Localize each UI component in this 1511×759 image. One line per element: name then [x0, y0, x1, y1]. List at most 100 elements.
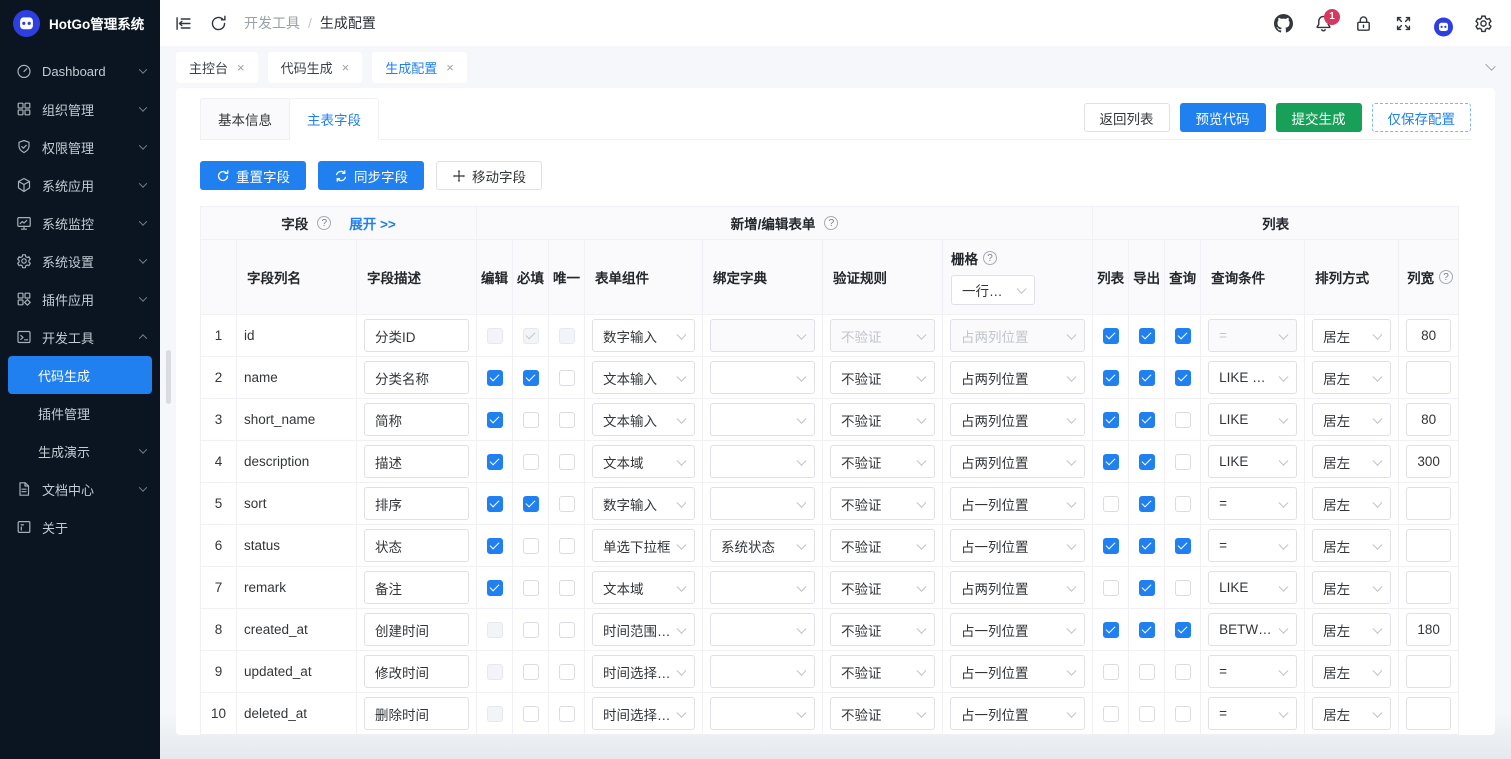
unique-checkbox[interactable] — [558, 579, 575, 596]
grid-select[interactable]: 占一列位置 — [950, 655, 1086, 688]
col-width-input[interactable] — [1406, 529, 1452, 562]
validate-select[interactable]: 不验证 — [830, 613, 936, 646]
align-select[interactable]: 居左 — [1312, 319, 1392, 352]
required-checkbox[interactable] — [522, 537, 539, 554]
unique-checkbox[interactable] — [558, 495, 575, 512]
grid-select[interactable]: 占两列位置 — [950, 445, 1086, 478]
sidebar-subitem[interactable]: 插件管理 — [0, 394, 160, 432]
condition-select[interactable]: = — [1208, 655, 1298, 688]
query-checkbox[interactable] — [1174, 579, 1191, 596]
bell-icon[interactable]: 1 — [1314, 8, 1340, 33]
validate-select[interactable]: 不验证 — [830, 655, 936, 688]
grid-select[interactable]: 占一列位置 — [950, 613, 1086, 646]
button[interactable]: 提交生成 — [1275, 103, 1362, 132]
field-desc-input[interactable] — [364, 487, 470, 520]
condition-select[interactable]: = — [1208, 529, 1298, 562]
query-checkbox[interactable] — [1174, 495, 1191, 512]
condition-select[interactable]: = — [1208, 487, 1298, 520]
field-desc-input[interactable] — [364, 655, 470, 688]
unique-checkbox[interactable] — [558, 411, 575, 428]
align-select[interactable]: 居左 — [1312, 697, 1392, 730]
sync-button[interactable]: 同步字段 — [318, 161, 424, 190]
query-checkbox[interactable] — [1174, 537, 1191, 554]
query-checkbox[interactable] — [1174, 453, 1191, 470]
align-select[interactable]: 居左 — [1312, 403, 1392, 436]
required-checkbox[interactable] — [522, 621, 539, 638]
col-width-input[interactable] — [1406, 319, 1452, 352]
collapse-sidebar-icon[interactable] — [174, 14, 193, 33]
field-desc-input[interactable] — [364, 529, 470, 562]
list-checkbox[interactable] — [1102, 453, 1119, 470]
query-checkbox[interactable] — [1174, 663, 1191, 680]
dict-select[interactable]: 系统状态 — [710, 529, 816, 562]
list-checkbox[interactable] — [1102, 663, 1119, 680]
edit-checkbox[interactable] — [486, 411, 503, 428]
col-width-input[interactable] — [1406, 361, 1452, 394]
field-desc-input[interactable] — [364, 697, 470, 730]
align-select[interactable]: 居左 — [1312, 529, 1392, 562]
github-icon[interactable] — [1274, 13, 1293, 33]
sidebar-item-org[interactable]: 组织管理 — [0, 90, 160, 128]
align-select[interactable]: 居左 — [1312, 613, 1392, 646]
validate-select[interactable]: 不验证 — [830, 445, 936, 478]
condition-select[interactable]: LIKE — [1208, 571, 1298, 604]
unique-checkbox[interactable] — [558, 537, 575, 554]
gear-icon[interactable] — [1474, 14, 1493, 33]
unique-checkbox[interactable] — [558, 369, 575, 386]
query-checkbox[interactable] — [1174, 327, 1191, 344]
condition-select[interactable]: LIKE — [1208, 445, 1298, 478]
dict-select[interactable] — [710, 613, 816, 646]
component-select[interactable]: 文本域 — [592, 445, 696, 478]
dict-select[interactable] — [710, 445, 816, 478]
list-checkbox[interactable] — [1102, 537, 1119, 554]
validate-select[interactable]: 不验证 — [830, 487, 936, 520]
component-select[interactable]: 文本域 — [592, 571, 696, 604]
col-width-input[interactable] — [1406, 445, 1452, 478]
list-checkbox[interactable] — [1102, 621, 1119, 638]
nav-tab[interactable]: 主控台 × — [176, 51, 258, 83]
component-select[interactable]: 文本输入 — [592, 361, 696, 394]
export-checkbox[interactable] — [1138, 705, 1155, 722]
nav-tab[interactable]: 生成配置 × — [372, 51, 467, 83]
condition-select[interactable]: BETWEEN — [1208, 613, 1298, 646]
close-icon[interactable]: × — [237, 61, 245, 74]
dict-select[interactable] — [710, 697, 816, 730]
grid-layout-select[interactable]: 一行两列 — [951, 275, 1036, 305]
close-icon[interactable]: × — [342, 61, 350, 74]
sidebar-subitem[interactable]: 代码生成 — [8, 356, 152, 394]
sidebar-item-cube[interactable]: 系统应用 — [0, 166, 160, 204]
grid-select[interactable]: 占一列位置 — [950, 487, 1086, 520]
validate-select[interactable]: 不验证 — [830, 403, 936, 436]
dict-select[interactable] — [710, 487, 816, 520]
col-width-input[interactable] — [1406, 613, 1452, 646]
export-checkbox[interactable] — [1138, 579, 1155, 596]
grid-select[interactable]: 占一列位置 — [950, 697, 1086, 730]
move-button[interactable]: 移动字段 — [436, 161, 542, 190]
sidebar-item-gear[interactable]: 系统设置 — [0, 242, 160, 280]
required-checkbox[interactable] — [522, 705, 539, 722]
app-logo[interactable]: HotGo管理系统 — [0, 0, 160, 46]
sidebar-item-docs[interactable]: 文档中心 — [0, 470, 160, 508]
condition-select[interactable]: = — [1208, 697, 1298, 730]
query-checkbox[interactable] — [1174, 369, 1191, 386]
query-checkbox[interactable] — [1174, 621, 1191, 638]
field-desc-input[interactable] — [364, 361, 470, 394]
component-select[interactable]: 文本输入 — [592, 403, 696, 436]
component-select[interactable]: 数字输入 — [592, 487, 696, 520]
col-width-input[interactable] — [1406, 571, 1452, 604]
dict-select[interactable] — [710, 571, 816, 604]
dict-select[interactable] — [710, 361, 816, 394]
export-checkbox[interactable] — [1138, 537, 1155, 554]
list-checkbox[interactable] — [1102, 579, 1119, 596]
edit-checkbox[interactable] — [486, 369, 503, 386]
align-select[interactable]: 居左 — [1312, 571, 1392, 604]
component-select[interactable]: 数字输入 — [592, 319, 696, 352]
validate-select[interactable]: 不验证 — [830, 571, 936, 604]
export-checkbox[interactable] — [1138, 621, 1155, 638]
card-tab[interactable]: 主表字段 — [289, 98, 379, 140]
field-desc-input[interactable] — [364, 571, 470, 604]
button[interactable]: 返回列表 — [1083, 103, 1170, 132]
required-checkbox[interactable] — [522, 369, 539, 386]
sidebar-item-monitor[interactable]: 系统监控 — [0, 204, 160, 242]
nav-tab[interactable]: 代码生成 × — [267, 51, 363, 83]
